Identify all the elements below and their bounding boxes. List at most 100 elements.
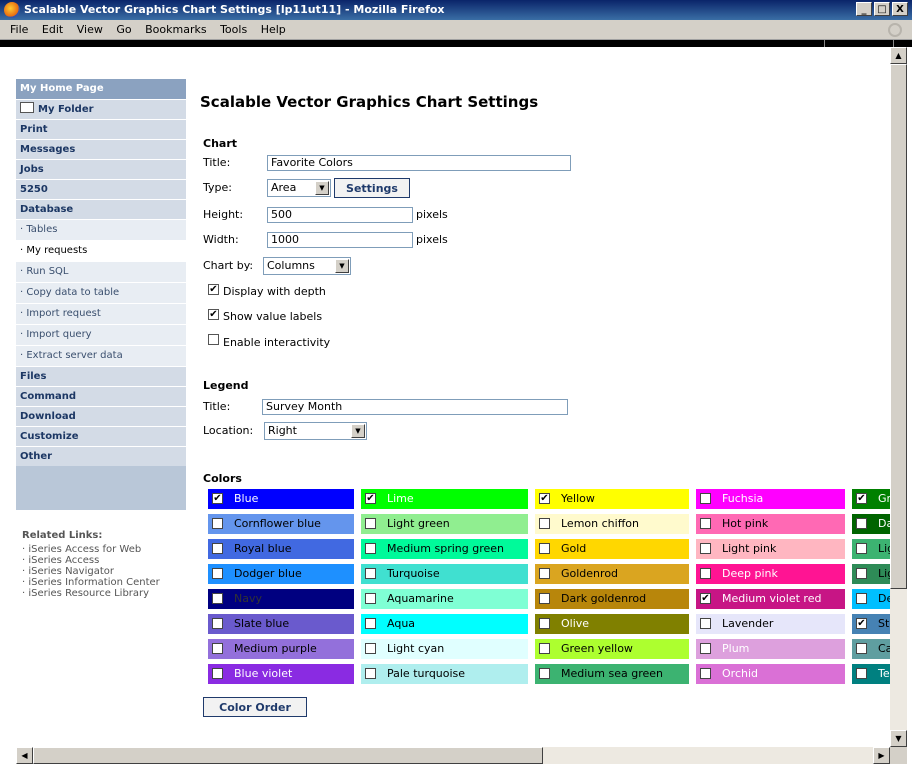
color-option[interactable]: ✔ Blue xyxy=(208,489,354,509)
color-option[interactable]: Te xyxy=(852,664,890,684)
color-option[interactable]: Royal blue xyxy=(208,539,354,559)
color-option[interactable]: Orchid xyxy=(696,664,845,684)
color-checkbox[interactable] xyxy=(365,643,376,654)
sidebar-jobs[interactable]: Jobs xyxy=(16,159,186,179)
color-checkbox[interactable] xyxy=(365,668,376,679)
color-checkbox[interactable] xyxy=(365,618,376,629)
color-checkbox[interactable] xyxy=(212,643,223,654)
color-checkbox[interactable] xyxy=(856,643,867,654)
color-checkbox[interactable] xyxy=(365,568,376,579)
color-checkbox[interactable] xyxy=(700,543,711,554)
color-option[interactable]: ✔ Lime xyxy=(361,489,528,509)
color-checkbox[interactable] xyxy=(539,668,550,679)
color-checkbox[interactable] xyxy=(365,543,376,554)
sidebar-messages[interactable]: Messages xyxy=(16,139,186,159)
color-checkbox[interactable] xyxy=(700,643,711,654)
sidebar-customize[interactable]: Customize xyxy=(16,426,186,446)
color-option[interactable]: Blue violet xyxy=(208,664,354,684)
color-option[interactable]: Lig xyxy=(852,564,890,584)
color-option[interactable]: ✔ Gr xyxy=(852,489,890,509)
color-checkbox[interactable] xyxy=(856,593,867,604)
color-option[interactable]: Olive xyxy=(535,614,689,634)
sidebar-my-folder[interactable]: My Folder xyxy=(16,99,186,119)
chart-by-select[interactable]: Columns ▼ xyxy=(263,257,351,275)
color-checkbox[interactable] xyxy=(212,543,223,554)
related-link-info-center[interactable]: · iSeries Information Center xyxy=(22,577,187,588)
sidebar-import-query[interactable]: · Import query xyxy=(16,324,186,345)
color-checkbox[interactable] xyxy=(212,518,223,529)
color-option[interactable]: Turquoise xyxy=(361,564,528,584)
scroll-up-icon[interactable]: ▲ xyxy=(890,47,907,64)
color-checkbox[interactable] xyxy=(539,593,550,604)
color-checkbox[interactable] xyxy=(212,593,223,604)
color-option[interactable]: Lemon chiffon xyxy=(535,514,689,534)
menu-go[interactable]: Go xyxy=(116,23,131,36)
value-labels-checkbox[interactable]: ✔ xyxy=(208,309,219,320)
menu-file[interactable]: File xyxy=(10,23,28,36)
interactivity-checkbox[interactable] xyxy=(208,334,219,345)
sidebar-run-sql[interactable]: · Run SQL xyxy=(16,261,186,282)
color-checkbox[interactable]: ✔ xyxy=(700,593,711,604)
color-option[interactable]: ✔ Yellow xyxy=(535,489,689,509)
sidebar-5250[interactable]: 5250 xyxy=(16,179,186,199)
settings-button[interactable]: Settings xyxy=(334,178,410,198)
color-checkbox[interactable]: ✔ xyxy=(365,493,376,504)
color-checkbox[interactable] xyxy=(539,643,550,654)
color-checkbox[interactable] xyxy=(539,518,550,529)
sidebar-import-request[interactable]: · Import request xyxy=(16,303,186,324)
color-option[interactable]: Pale turquoise xyxy=(361,664,528,684)
scroll-down-icon[interactable]: ▼ xyxy=(890,730,907,747)
color-checkbox[interactable]: ✔ xyxy=(856,618,867,629)
color-option[interactable]: Aquamarine xyxy=(361,589,528,609)
depth-checkbox[interactable]: ✔ xyxy=(208,284,219,295)
menu-edit[interactable]: Edit xyxy=(42,23,63,36)
sidebar-database[interactable]: Database xyxy=(16,199,186,219)
horizontal-scrollbar[interactable]: ◀ ▶ xyxy=(16,747,890,764)
close-button[interactable]: X xyxy=(892,2,908,16)
menu-bookmarks[interactable]: Bookmarks xyxy=(145,23,206,36)
chart-height-input[interactable]: 500 xyxy=(267,207,413,223)
horizontal-scroll-thumb[interactable] xyxy=(33,747,543,764)
color-checkbox[interactable] xyxy=(700,568,711,579)
sidebar-other[interactable]: Other xyxy=(16,446,186,466)
color-option[interactable]: Navy xyxy=(208,589,354,609)
legend-location-select[interactable]: Right ▼ xyxy=(264,422,367,440)
color-checkbox[interactable]: ✔ xyxy=(539,493,550,504)
color-option[interactable]: De xyxy=(852,589,890,609)
color-option[interactable]: ✔ Medium violet red xyxy=(696,589,845,609)
color-option[interactable]: Dodger blue xyxy=(208,564,354,584)
color-checkbox[interactable] xyxy=(856,668,867,679)
color-checkbox[interactable]: ✔ xyxy=(212,493,223,504)
sidebar-tables[interactable]: · Tables xyxy=(16,219,186,240)
sidebar-home[interactable]: My Home Page xyxy=(16,79,186,99)
color-option[interactable]: Plum xyxy=(696,639,845,659)
color-checkbox[interactable] xyxy=(539,568,550,579)
color-checkbox[interactable] xyxy=(212,568,223,579)
color-option[interactable]: Medium sea green xyxy=(535,664,689,684)
sidebar-print[interactable]: Print xyxy=(16,119,186,139)
color-option[interactable]: Light pink xyxy=(696,539,845,559)
color-option[interactable]: Hot pink xyxy=(696,514,845,534)
color-option[interactable]: Gold xyxy=(535,539,689,559)
chart-title-input[interactable]: Favorite Colors xyxy=(267,155,571,171)
color-option[interactable]: Goldenrod xyxy=(535,564,689,584)
minimize-button[interactable]: _ xyxy=(856,2,872,16)
color-option[interactable]: Da xyxy=(852,514,890,534)
vertical-scroll-thumb[interactable] xyxy=(890,64,907,589)
sidebar-files[interactable]: Files xyxy=(16,366,186,386)
color-checkbox[interactable] xyxy=(700,668,711,679)
maximize-button[interactable]: □ xyxy=(874,2,890,16)
related-link-navigator[interactable]: · iSeries Navigator xyxy=(22,566,187,577)
color-option[interactable]: Lig xyxy=(852,539,890,559)
color-option[interactable]: Light cyan xyxy=(361,639,528,659)
scroll-left-icon[interactable]: ◀ xyxy=(16,747,33,764)
related-link-access-web[interactable]: · iSeries Access for Web xyxy=(22,544,187,555)
color-checkbox[interactable] xyxy=(856,543,867,554)
color-checkbox[interactable] xyxy=(700,618,711,629)
color-checkbox[interactable]: ✔ xyxy=(856,493,867,504)
related-link-resource-library[interactable]: · iSeries Resource Library xyxy=(22,588,187,599)
vertical-scrollbar[interactable]: ▲ ▼ xyxy=(890,47,907,747)
menu-tools[interactable]: Tools xyxy=(220,23,247,36)
color-checkbox[interactable] xyxy=(212,668,223,679)
color-option[interactable]: Ca xyxy=(852,639,890,659)
